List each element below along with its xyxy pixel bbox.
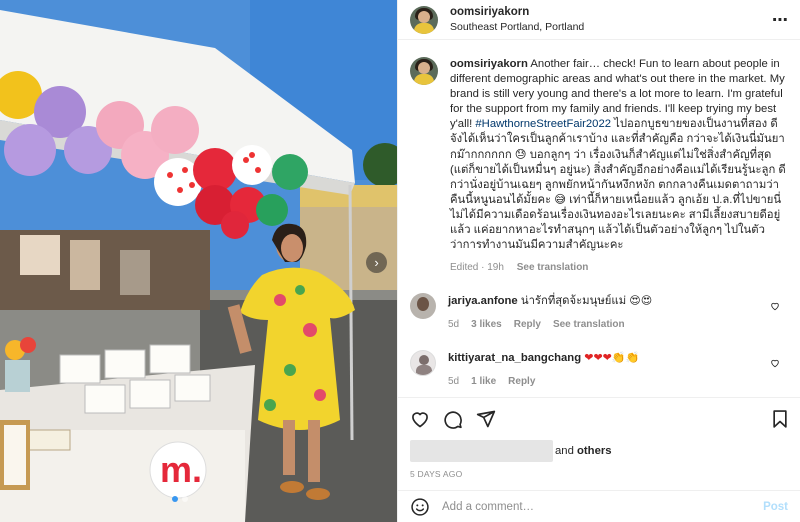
- fair-booth-photo: m.: [0, 0, 397, 522]
- carousel-dot-1: [172, 496, 178, 502]
- comment-age: 5d: [448, 376, 460, 388]
- post-actions: and others 5 DAYS AGO Post: [398, 397, 800, 522]
- post-caption: oomsiriyakorn Another fair… check! Fun t…: [410, 57, 788, 275]
- likes-connector: and: [555, 445, 574, 457]
- share-paper-plane-icon[interactable]: [476, 409, 496, 429]
- comment-reply-button[interactable]: Reply: [508, 374, 535, 389]
- caption-text-part2: ไปออกบูธขายของเป็นงานที่สอง ดีจังได้เห็น…: [450, 118, 786, 252]
- likes-summary[interactable]: and others: [410, 440, 612, 462]
- commenter-avatar[interactable]: [410, 293, 436, 320]
- emoji-smile-icon[interactable]: [410, 497, 430, 517]
- comment-hearts: ❤❤❤: [584, 351, 612, 365]
- svg-text:m.: m.: [160, 449, 202, 490]
- comment-like-heart-icon[interactable]: [770, 358, 780, 368]
- chevron-right-icon: ›: [374, 255, 379, 270]
- post-photo[interactable]: m. ›: [0, 0, 397, 522]
- comment-age: 5d: [448, 319, 460, 331]
- commenter-username[interactable]: kittiyarat_na_bangchang: [448, 352, 581, 364]
- more-options-icon[interactable]: ⋯: [772, 10, 788, 30]
- post-side-panel: oomsiriyakorn Southeast Portland, Portla…: [397, 0, 800, 522]
- caption-text: oomsiriyakorn Another fair… check! Fun t…: [450, 57, 788, 253]
- carousel-dot-2: [182, 496, 188, 502]
- likes-others-link[interactable]: others: [577, 445, 612, 457]
- liked-by-redacted: [410, 440, 553, 462]
- carousel-dots: [172, 496, 188, 502]
- save-bookmark-icon[interactable]: [770, 409, 790, 429]
- comment-claps: 👏👏: [611, 351, 640, 365]
- comment-bubble-icon[interactable]: [443, 409, 463, 429]
- commenter-avatar[interactable]: [410, 350, 436, 377]
- post-date[interactable]: 5 DAYS AGO: [410, 469, 462, 479]
- hashtag-link[interactable]: #HawthorneStreetFair2022: [475, 118, 611, 130]
- caption-username[interactable]: oomsiriyakorn: [450, 58, 528, 70]
- post-comment-button[interactable]: Post: [763, 501, 788, 513]
- comment-likes-link[interactable]: 1 like: [471, 374, 496, 389]
- post-header: oomsiriyakorn Southeast Portland, Portla…: [398, 0, 800, 40]
- comment-see-translation-link[interactable]: See translation: [553, 317, 625, 332]
- add-comment-bar: Post: [398, 490, 800, 522]
- comment-reply-button[interactable]: Reply: [514, 317, 541, 332]
- edited-time: Edited · 19h: [450, 262, 504, 274]
- like-heart-icon[interactable]: [410, 409, 430, 429]
- comment-item: jariya.anfone น่ารักที่สุดจ้ะมนุษย์แม่ 😍…: [410, 293, 788, 332]
- author-avatar[interactable]: [410, 5, 438, 34]
- comments-section[interactable]: oomsiriyakorn Another fair… check! Fun t…: [398, 41, 800, 397]
- caption-see-translation-link[interactable]: See translation: [517, 262, 589, 273]
- author-username[interactable]: oomsiriyakorn: [450, 5, 584, 20]
- post-location[interactable]: Southeast Portland, Portland: [450, 20, 584, 35]
- comment-text: น่ารักที่สุดจ้ะมนุษย์แม่: [520, 295, 627, 308]
- comment-emoji: 😍😍: [629, 294, 653, 308]
- comment-item: kittiyarat_na_bangchang ❤❤❤👏👏 5d 1 like …: [410, 350, 788, 389]
- caption-avatar[interactable]: [410, 57, 438, 85]
- add-comment-input[interactable]: [442, 501, 742, 513]
- comment-likes-link[interactable]: 3 likes: [471, 317, 502, 332]
- commenter-username[interactable]: jariya.anfone: [448, 295, 518, 307]
- next-image-button[interactable]: ›: [366, 252, 387, 273]
- comment-like-heart-icon[interactable]: [770, 301, 780, 311]
